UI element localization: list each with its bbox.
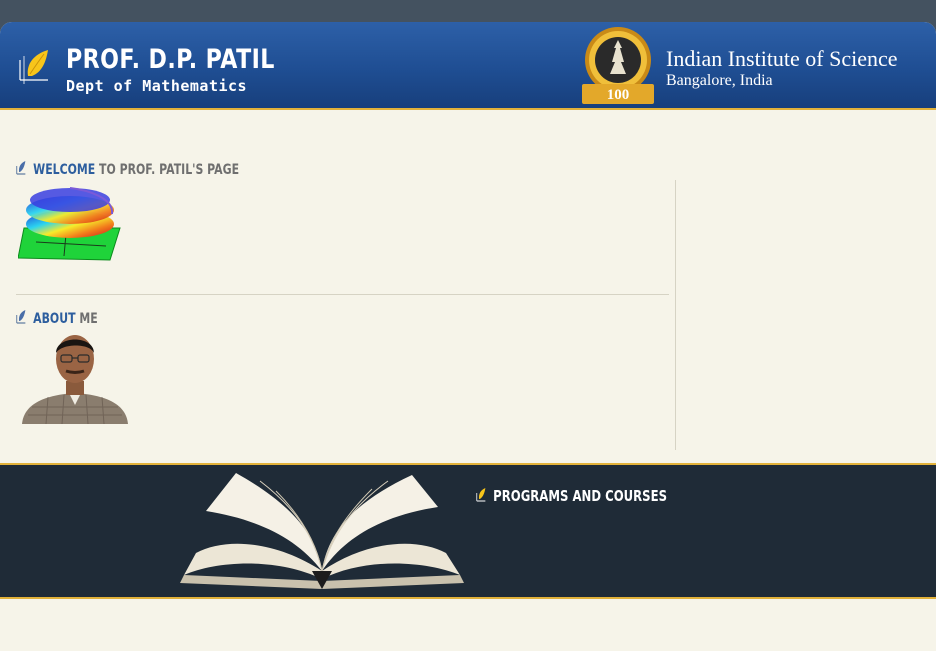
column-divider [675,180,676,450]
professor-photo [18,329,132,424]
leaf-bullet-icon [16,310,26,324]
department-name: Dept of Mathematics [66,77,248,95]
welcome-heading-highlight: WELCOME [33,162,96,178]
site-header: PROF. D.P. PATIL Dept of Mathematics 100… [0,22,936,110]
professor-name[interactable]: PROF. D.P. PATIL [66,44,275,75]
iisc-centenary-seal: 100 [582,27,654,104]
about-heading-highlight: ABOUT [33,311,76,327]
open-book-graphic [180,473,464,589]
leaf-bullet-icon [16,161,26,175]
page: PROF. D.P. PATIL Dept of Mathematics 100… [0,22,936,651]
welcome-heading: WELCOME TO PROF. PATIL'S PAGE [16,160,239,178]
programs-heading[interactable]: PROGRAMS AND COURSES [476,487,667,505]
about-heading-rest: ME [75,311,98,327]
leaf-logo-icon [19,50,48,84]
seal-number: 100 [607,87,630,103]
section-divider [16,294,669,295]
programs-heading-label: PROGRAMS AND COURSES [493,487,668,505]
leaf-bullet-icon [476,488,486,502]
welcome-heading-rest: TO PROF. PATIL'S PAGE [95,162,240,178]
institute-location: Bangalore, India [666,72,773,89]
programs-band: PROGRAMS AND COURSES [0,463,936,599]
math-surface-graphic [18,187,121,261]
about-heading: ABOUT ME [16,309,98,327]
institute-name[interactable]: Indian Institute of Science [666,46,898,72]
